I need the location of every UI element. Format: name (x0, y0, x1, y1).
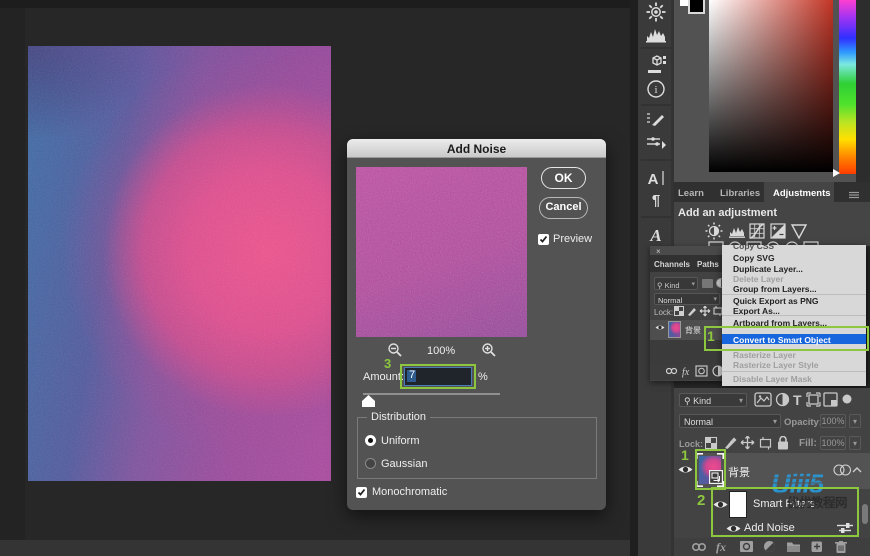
svg-text:A: A (648, 171, 659, 188)
svg-text:¶: ¶ (652, 192, 660, 209)
svg-text:A: A (649, 226, 661, 245)
svg-text:i: i (654, 84, 657, 96)
svg-text:fx: fx (716, 540, 726, 554)
svg-text:fx: fx (682, 367, 690, 378)
svg-text:T: T (793, 392, 802, 408)
